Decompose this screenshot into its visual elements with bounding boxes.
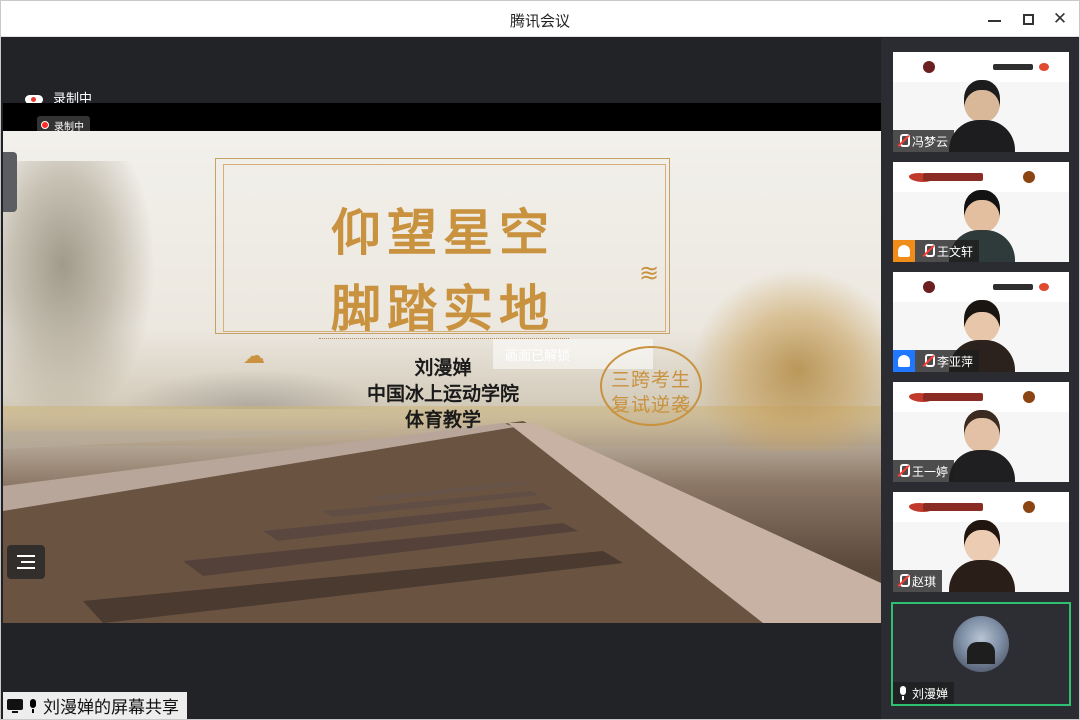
list-icon-line: [17, 555, 35, 557]
backdrop-banner: [893, 382, 1069, 412]
stamp-text-line-2: 复试逆袭: [610, 394, 691, 416]
member-list-button[interactable]: [7, 545, 45, 579]
participant-video: [949, 520, 1015, 592]
shared-window-strip: [3, 103, 881, 131]
close-button[interactable]: ✕: [1047, 7, 1073, 31]
school-name-logo: [993, 64, 1033, 70]
participant-tile[interactable]: 王文轩: [893, 162, 1069, 262]
app-window: 腾讯会议 ✕ 录制中 录制中 仰望星空 脚踏实地 ☁ ≋ 画面已解锁 刘漫婵 中…: [0, 0, 1080, 720]
microphone-icon: [897, 686, 909, 700]
participant-name-tag: 李亚萍: [893, 350, 980, 372]
participant-name: 李亚萍: [937, 354, 974, 369]
university-name-logo: [923, 503, 983, 511]
school-emblem-icon: [1039, 283, 1049, 291]
participant-tile-active-speaker[interactable]: 刘漫婵: [891, 602, 1071, 706]
mic-muted-icon: [922, 244, 935, 258]
participant-video: [949, 410, 1015, 482]
participant-name-tag: 王文轩: [893, 240, 980, 262]
mic-muted-icon: [922, 354, 935, 368]
participant-tile[interactable]: 赵琪: [893, 492, 1069, 592]
participant-name: 王一婷: [912, 464, 949, 479]
wind-ornament-icon: ≋: [639, 259, 660, 287]
participant-video: [949, 80, 1015, 152]
university-emblem-icon: [1023, 501, 1035, 513]
presenter-school: 中国冰上运动学院: [366, 383, 519, 405]
window-title: 腾讯会议: [509, 12, 570, 30]
mic-muted-icon: [897, 134, 910, 148]
slide-title-line-2: 脚踏实地: [331, 279, 555, 338]
participant-avatar: [953, 616, 1009, 672]
school-emblem-icon: [1039, 63, 1049, 71]
user-icon: [893, 350, 915, 372]
cloud-ornament-icon: ☁: [243, 344, 265, 369]
list-icon-line: [17, 567, 35, 569]
screen-share-owner: 刘漫婵的屏幕共享: [43, 698, 179, 718]
stamp-text-line-1: 三跨考生: [610, 369, 691, 391]
maximize-icon: [1022, 13, 1034, 25]
cloud-record-icon: [25, 92, 43, 104]
backdrop-banner: [893, 162, 1069, 192]
participant-name: 赵琪: [912, 574, 937, 589]
shared-screen-area[interactable]: 录制中 录制中 仰望星空 脚踏实地 ☁ ≋ 画面已解锁 刘漫婵 中国冰上运动学院…: [3, 38, 881, 719]
participant-name-tag: 王一婷: [893, 460, 955, 482]
backdrop-banner: [893, 52, 1069, 82]
presentation-slide: 仰望星空 脚踏实地 ☁ ≋ 画面已解锁 刘漫婵 中国冰上运动学院 体育教学 三跨…: [3, 131, 881, 623]
university-name-logo: [923, 173, 983, 181]
close-icon: ✕: [1052, 9, 1068, 29]
participant-name-tag: 冯梦云: [893, 130, 955, 152]
title-bar[interactable]: 腾讯会议 ✕: [1, 1, 1079, 37]
university-emblem-icon: [1023, 391, 1035, 403]
participant-tile[interactable]: 李亚萍: [893, 272, 1069, 372]
minimize-button[interactable]: [981, 7, 1007, 31]
presenter-name: 刘漫婵: [414, 357, 472, 379]
backdrop-banner: [893, 272, 1069, 302]
list-icon-line: [21, 561, 35, 563]
participant-name-tag: 刘漫婵: [893, 682, 955, 704]
maximize-button[interactable]: [1015, 7, 1041, 31]
side-panel-toggle[interactable]: [3, 152, 17, 212]
school-name-logo: [993, 284, 1033, 290]
user-icon: [893, 240, 915, 262]
participant-name: 冯梦云: [912, 134, 949, 149]
participant-tile[interactable]: 冯梦云: [893, 52, 1069, 152]
minimize-icon: [987, 20, 1001, 22]
school-logo-icon: [923, 61, 935, 73]
university-emblem-icon: [1023, 171, 1035, 183]
school-logo-icon: [923, 281, 935, 293]
university-name-logo: [923, 393, 983, 401]
participant-tile[interactable]: 王一婷: [893, 382, 1069, 482]
screen-share-label: 刘漫婵的屏幕共享: [3, 692, 187, 719]
presenter-major: 体育教学: [404, 409, 481, 431]
participant-gallery[interactable]: 冯梦云 王文轩 李亚萍 王一婷 赵琪 刘漫婵: [881, 38, 1079, 719]
mic-muted-icon: [897, 464, 910, 478]
participant-name: 王文轩: [937, 244, 974, 259]
participant-name: 刘漫婵: [912, 686, 949, 701]
screen-share-icon: [7, 698, 23, 713]
microphone-icon: [27, 698, 39, 713]
record-dot-icon: [41, 121, 49, 129]
backdrop-banner: [893, 492, 1069, 522]
participant-name-tag: 赵琪: [893, 570, 943, 592]
mic-muted-icon: [897, 574, 910, 588]
slide-title-line-1: 仰望星空: [331, 203, 555, 262]
